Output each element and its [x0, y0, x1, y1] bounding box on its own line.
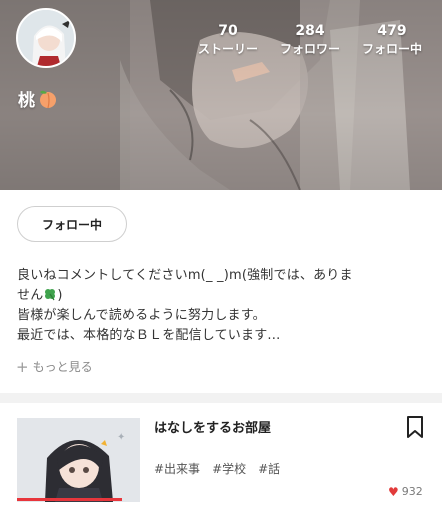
four-leaf-clover-icon	[45, 289, 56, 301]
story-cover-image: ✦	[17, 418, 140, 502]
plus-icon: +	[16, 357, 29, 376]
stories-count: 70	[218, 23, 238, 39]
heart-icon: ♥	[388, 484, 399, 499]
stat-followers[interactable]: 284 フォロワー	[272, 22, 348, 58]
section-divider	[0, 393, 442, 403]
stat-following[interactable]: 479 フォロー中	[354, 22, 430, 58]
bio-line-2: せん)	[17, 286, 425, 306]
bookmark-icon[interactable]	[404, 415, 426, 439]
bio-line-2-text: せん	[17, 288, 44, 303]
followers-label: フォロワー	[279, 42, 340, 56]
read-progress-bar	[17, 498, 122, 501]
story-tags: #出来事 #学校 #話	[154, 460, 280, 477]
story-card[interactable]: ✦ はなしをするお部屋 #出来事 #学校 #話 ♥ 932	[0, 403, 442, 512]
peach-icon	[40, 90, 56, 108]
bio-line-4: 最近では、本格的なＢＬを配信しています...	[17, 328, 281, 343]
username: 桃	[18, 86, 59, 111]
story-tag[interactable]: #学校	[212, 460, 246, 477]
svg-text:✦: ✦	[117, 432, 125, 443]
show-more-link[interactable]: + もっと見る	[16, 358, 93, 375]
following-count: 479	[377, 23, 407, 39]
following-button[interactable]: フォロー中	[17, 206, 127, 242]
show-more-label: もっと見る	[32, 360, 93, 374]
profile-stats: 70 ストーリー 284 フォロワー 479 フォロー中	[0, 22, 442, 62]
likes-count: 932	[401, 485, 423, 498]
story-tag[interactable]: #出来事	[154, 460, 200, 477]
bio-line-2-suffix: )	[57, 288, 63, 303]
username-text: 桃	[18, 91, 35, 111]
following-label: フォロー中	[361, 42, 422, 56]
story-tag[interactable]: #話	[258, 460, 280, 477]
bio-line-3: 皆様が楽しんで読めるように努力します。	[17, 308, 266, 323]
stat-stories[interactable]: 70 ストーリー	[190, 22, 266, 58]
followers-count: 284	[295, 23, 325, 39]
stories-label: ストーリー	[197, 42, 258, 56]
profile-bio: 良いねコメントしてくださいm(_ _)m(強制では、ありま せん) 皆様が楽しん…	[17, 266, 425, 346]
story-likes: ♥ 932	[388, 485, 423, 498]
story-title[interactable]: はなしをするお部屋	[154, 417, 271, 436]
story-thumbnail[interactable]: ✦	[17, 418, 140, 502]
bio-line-1: 良いねコメントしてくださいm(_ _)m(強制では、ありま	[17, 268, 353, 283]
